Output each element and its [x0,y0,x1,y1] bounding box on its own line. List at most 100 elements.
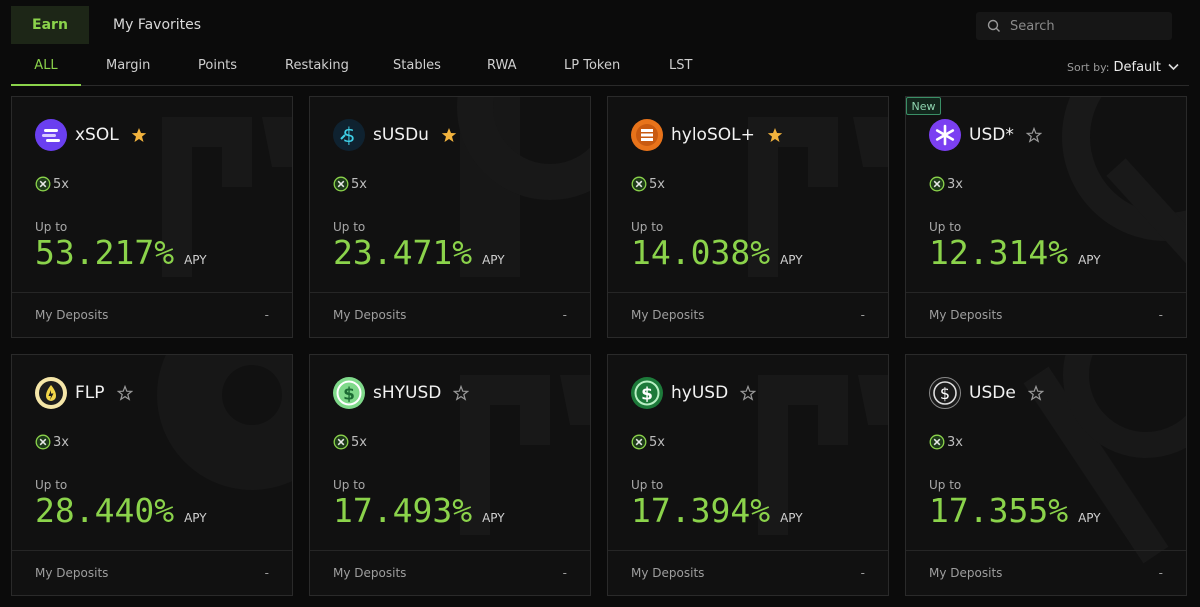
usde-icon: $ [929,377,961,409]
leverage-badge: 5x [35,176,69,192]
svg-text:$: $ [343,385,355,405]
apy-row: 14.038% APY [631,233,803,272]
up-to-label: Up to [631,220,664,234]
token-name: FLP [75,383,105,403]
token-name: sHYUSD [373,383,442,403]
apy-row: 17.355% APY [929,491,1101,530]
sort-dropdown[interactable]: Sort by: Default [1067,48,1179,86]
up-to-label: Up to [333,220,366,234]
svg-text:$: $ [641,385,653,405]
my-deposits-label: My Deposits [35,308,109,322]
star-outline-icon[interactable] [1025,127,1042,143]
my-deposits-value: - [562,308,567,322]
vault-card[interactable]: xSOL 5x Up to 53.217% APY My Deposits - [11,96,293,338]
star-outline-icon[interactable] [453,385,470,401]
flp-icon [35,377,67,409]
tab-earn[interactable]: Earn [11,6,89,44]
card-divider [310,292,590,293]
apy-label: APY [482,253,505,267]
new-badge: New [906,97,941,115]
leverage-badge: 3x [929,176,963,192]
svg-text:$: $ [940,384,950,403]
apy-value: 17.394% [631,491,771,530]
chevron-down-icon [1168,63,1179,71]
apy-value: 28.440% [35,491,175,530]
vault-card[interactable]: $ sUSDu 5x Up to 23.471% APY My Deposits… [309,96,591,338]
my-deposits-label: My Deposits [929,308,1003,322]
card-divider [608,550,888,551]
tab-all[interactable]: ALL [11,48,81,86]
token-name: hyloSOL+ [671,125,755,145]
leverage-badge: 5x [333,434,367,450]
my-deposits-label: My Deposits [929,566,1003,580]
tab-points[interactable]: Points [198,48,237,86]
tab-margin[interactable]: Margin [106,48,150,86]
up-to-label: Up to [929,220,962,234]
vault-card[interactable]: USD* 3x Up to 12.314% APY My Deposits - [905,96,1187,338]
search-icon [987,19,1000,32]
vault-card[interactable]: FLP 3x Up to 28.440% APY My Deposits - [11,354,293,596]
apy-label: APY [1078,253,1101,267]
my-deposits-value: - [860,566,865,580]
tab-restaking[interactable]: Restaking [285,48,349,86]
my-deposits-label: My Deposits [631,308,705,322]
card-divider [906,292,1186,293]
apy-value: 53.217% [35,233,175,272]
vault-card[interactable]: $ hyUSD 5x Up to 17.394% APY My Deposits… [607,354,889,596]
card-header: $ sHYUSD [333,376,470,410]
token-name: USDe [969,383,1016,403]
star-filled-icon[interactable] [131,127,147,143]
leverage-value: 3x [947,434,963,450]
apy-label: APY [482,511,505,525]
vault-card[interactable]: $ sHYUSD 5x Up to 17.493% APY My Deposit… [309,354,591,596]
apy-label: APY [780,511,803,525]
star-filled-icon[interactable] [441,127,457,143]
tab-lst[interactable]: LST [669,48,692,86]
leverage-icon [333,176,351,192]
token-name: xSOL [75,125,119,145]
my-deposits-label: My Deposits [333,308,407,322]
search-input[interactable] [1010,18,1160,34]
hylosol-icon [631,119,663,151]
card-header: $ sUSDu [333,118,457,152]
search-box[interactable] [976,12,1172,40]
usd-star-icon [929,119,961,151]
vault-card[interactable]: $ USDe 3x Up to 17.355% APY My Deposits … [905,354,1187,596]
tab-rwa[interactable]: RWA [487,48,517,86]
leverage-badge: 5x [333,176,367,192]
apy-label: APY [184,511,207,525]
sort-value: Default [1113,59,1162,75]
star-outline-icon[interactable] [740,385,757,401]
leverage-badge: 5x [631,176,665,192]
star-outline-icon[interactable] [116,385,133,401]
card-divider [608,292,888,293]
tab-my-favorites[interactable]: My Favorites [89,6,201,44]
leverage-badge: 5x [631,434,665,450]
tab-stables[interactable]: Stables [393,48,441,86]
susdu-icon: $ [333,119,365,151]
my-deposits-label: My Deposits [631,566,705,580]
card-header: FLP [35,376,133,410]
apy-label: APY [184,253,207,267]
star-filled-icon[interactable] [767,127,783,143]
my-deposits-label: My Deposits [35,566,109,580]
leverage-icon [35,434,53,450]
up-to-label: Up to [35,220,68,234]
card-divider [310,550,590,551]
card-divider [12,550,292,551]
token-name: hyUSD [671,383,729,403]
card-divider [12,292,292,293]
apy-value: 12.314% [929,233,1069,272]
up-to-label: Up to [333,478,366,492]
star-outline-icon[interactable] [1027,385,1044,401]
leverage-badge: 3x [35,434,69,450]
leverage-icon [333,434,351,450]
vault-card[interactable]: hyloSOL+ 5x Up to 14.038% APY My Deposit… [607,96,889,338]
my-deposits-value: - [1158,566,1163,580]
leverage-icon [631,434,649,450]
card-divider [906,550,1186,551]
my-deposits-value: - [562,566,567,580]
up-to-label: Up to [929,478,962,492]
tab-lp-token[interactable]: LP Token [564,48,620,86]
leverage-icon [929,434,947,450]
